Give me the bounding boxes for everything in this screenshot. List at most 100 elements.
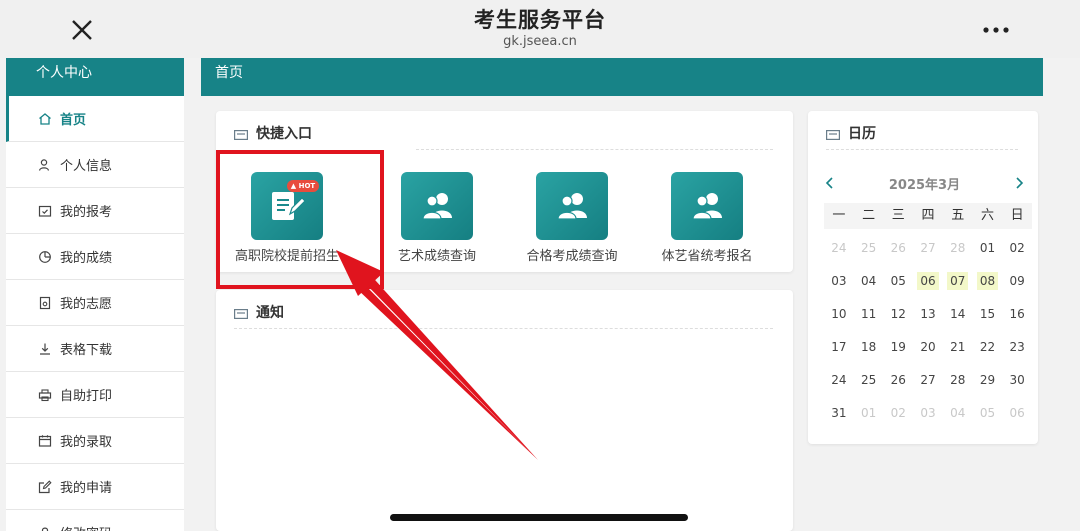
weekday-label: 五 xyxy=(951,208,965,223)
calendar-day[interactable]: 26 xyxy=(883,369,913,391)
sidebar-item-label: 修改密码 xyxy=(60,523,112,531)
calendar-day[interactable]: 21 xyxy=(943,336,973,358)
sidebar-item-registration[interactable]: 我的报考 xyxy=(6,188,184,234)
app-title: 考生服务平台 xyxy=(474,8,606,32)
calendar-day[interactable]: 11 xyxy=(854,303,884,325)
calendar-weekdays: 一 二三 四 五六 日 xyxy=(824,203,1032,229)
calendar-day[interactable]: 27 xyxy=(913,369,943,391)
weekday-label: 四 xyxy=(921,208,935,223)
calendar-day[interactable]: 08 xyxy=(973,270,1003,292)
calendar-day[interactable]: 02 xyxy=(1002,237,1032,259)
sidebar-item-preferences[interactable]: 我的志愿 xyxy=(6,280,184,326)
calendar-day-number: 02 xyxy=(1009,240,1025,255)
calendar-day-number: 01 xyxy=(860,405,877,420)
sidebar-item-label: 表格下载 xyxy=(60,343,113,358)
sidebar-item-password[interactable]: 修改密码 xyxy=(6,510,184,531)
calendar-week-row: 03 04 05 06 07 08 09 xyxy=(824,264,1032,297)
calendar-day[interactable]: 19 xyxy=(883,336,913,358)
calendar-day-number: 09 xyxy=(1009,273,1025,288)
calendar-month: 2025年3月 xyxy=(888,177,961,193)
calendar-day[interactable]: 24 xyxy=(824,237,854,259)
calendar-day[interactable]: 25 xyxy=(854,369,884,391)
calendar-day[interactable]: 31 xyxy=(824,402,854,424)
home-icon xyxy=(38,112,52,126)
notice-card: 通知 xyxy=(216,290,793,531)
calendar-day-number: 23 xyxy=(1009,339,1025,354)
prev-month-button[interactable] xyxy=(822,175,838,191)
calendar-day[interactable]: 12 xyxy=(883,303,913,325)
calendar-day[interactable]: 25 xyxy=(854,237,884,259)
calendar-day[interactable]: 15 xyxy=(973,303,1003,325)
calendar-day[interactable]: 28 xyxy=(943,237,973,259)
calendar-icon xyxy=(38,434,52,448)
calendar-day[interactable]: 01 xyxy=(973,237,1003,259)
sidebar-item-label: 我的志愿 xyxy=(60,297,113,312)
calendar-day[interactable]: 26 xyxy=(883,237,913,259)
calendar-day[interactable]: 03 xyxy=(913,402,943,424)
calendar-day[interactable]: 13 xyxy=(913,303,943,325)
calendar-day-number: 25 xyxy=(860,372,877,387)
calendar-day-number: 19 xyxy=(890,339,906,354)
calendar-day[interactable]: 24 xyxy=(824,369,854,391)
sidebar-item-home[interactable]: 首页 xyxy=(6,96,184,142)
calendar-day[interactable]: 27 xyxy=(913,237,943,259)
calendar-day[interactable]: 10 xyxy=(824,303,854,325)
calendar-day[interactable]: 05 xyxy=(883,270,913,292)
calendar-day[interactable]: 03 xyxy=(824,270,854,292)
chevron-right-icon xyxy=(1016,177,1024,189)
calendar-day-number: 01 xyxy=(979,240,996,255)
next-month-button[interactable] xyxy=(1011,175,1027,191)
sidebar-item-admission[interactable]: 我的录取 xyxy=(6,418,184,464)
weekday-label: 六 xyxy=(980,208,994,223)
more-button[interactable] xyxy=(980,18,1012,42)
calendar-day[interactable]: 02 xyxy=(883,402,913,424)
calendar-day[interactable]: 16 xyxy=(1002,303,1032,325)
calendar-grid: 24 25 26 27 28 01 02 03 04 05 06 07 08 09 10 11 12 13 14 15… xyxy=(824,231,1032,429)
calendar-week-row: 24 25 26 27 28 01 02 xyxy=(824,231,1032,264)
users-icon xyxy=(422,193,452,220)
calendar-day[interactable]: 18 xyxy=(854,336,884,358)
calendar-day[interactable]: 06 xyxy=(1002,402,1032,424)
shortcut-tile xyxy=(671,172,743,240)
calendar-day[interactable]: 09 xyxy=(1002,270,1032,292)
shortcut-label: 艺术成绩查询 xyxy=(397,249,476,264)
calendar-week-row: 24 25 26 27 28 29 30 xyxy=(824,363,1032,396)
calendar-day-number: 05 xyxy=(890,273,906,288)
sidebar-item-applications[interactable]: 我的申请 xyxy=(6,464,184,510)
lock-icon xyxy=(38,526,52,531)
calendar-day-number: 25 xyxy=(860,240,877,255)
shortcut-art-scores[interactable]: 艺术成绩查询 xyxy=(366,172,506,267)
title-area: 考生服务平台 gk.jseea.cn xyxy=(0,6,1080,50)
calendar-day[interactable]: 28 xyxy=(943,369,973,391)
calendar-day-number: 24 xyxy=(831,240,847,255)
sidebar-item-downloads[interactable]: 表格下载 xyxy=(6,326,184,372)
shortcut-tile xyxy=(536,172,608,240)
shortcut-sports-art-registration[interactable]: 体艺省统考报名 xyxy=(636,172,776,267)
calendar-day[interactable]: 30 xyxy=(1002,369,1032,391)
calendar-day[interactable]: 22 xyxy=(973,336,1003,358)
calendar-day[interactable]: 29 xyxy=(973,369,1003,391)
sidebar-item-scores[interactable]: 我的成绩 xyxy=(6,234,184,280)
sidebar-item-profile[interactable]: 个人信息 xyxy=(6,142,184,188)
more-dots-icon xyxy=(983,27,1009,33)
calendar-day[interactable]: 17 xyxy=(824,336,854,358)
calendar-day-number: 14 xyxy=(950,306,966,321)
calendar-day[interactable]: 01 xyxy=(854,402,884,424)
calendar-day[interactable]: 20 xyxy=(913,336,943,358)
calendar-day-number: 07 xyxy=(947,271,969,290)
calendar-day[interactable]: 14 xyxy=(943,303,973,325)
sidebar-item-label: 我的录取 xyxy=(60,435,113,450)
message-icon xyxy=(234,307,249,320)
sidebar-item-print[interactable]: 自助打印 xyxy=(6,372,184,418)
calendar-day[interactable]: 23 xyxy=(1002,336,1032,358)
message-icon xyxy=(234,128,249,141)
shortcut-qualification-scores[interactable]: 合格考成绩查询 xyxy=(501,172,641,267)
calendar-day[interactable]: 06 xyxy=(913,270,943,292)
calendar-day-number: 28 xyxy=(950,240,966,255)
pie-chart-icon xyxy=(38,250,52,264)
calendar-day[interactable]: 04 xyxy=(943,402,973,424)
quick-entry-title-text: 快捷入口 xyxy=(256,126,312,142)
calendar-day[interactable]: 05 xyxy=(973,402,1003,424)
calendar-day[interactable]: 04 xyxy=(854,270,884,292)
calendar-day[interactable]: 07 xyxy=(943,270,973,292)
